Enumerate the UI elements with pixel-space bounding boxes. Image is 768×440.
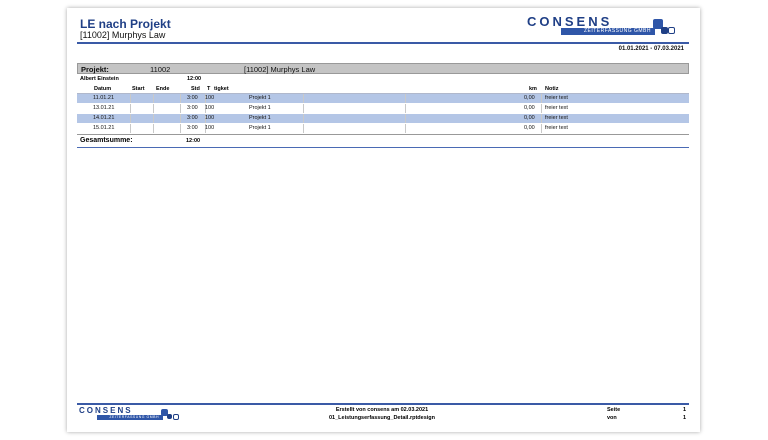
cell-projekt: Projekt 1	[249, 115, 271, 121]
cell-datum: 14.01.21	[93, 115, 115, 121]
cell-projekt: Projekt 1	[249, 95, 271, 101]
footer-von-label: von	[607, 415, 617, 421]
cell-km: 0,00	[524, 95, 535, 101]
logo-name: CONSENS	[527, 14, 613, 29]
total-label: Gesamtsumme:	[80, 137, 133, 144]
col-std: Std	[191, 86, 200, 92]
table-row: 14.01.21 3:00 100 Projekt 1 0,00 freier …	[77, 114, 689, 123]
col-t: T	[207, 86, 211, 92]
rows-divider	[77, 134, 689, 135]
cell-km: 0,00	[524, 115, 535, 121]
footer-von-value: 1	[683, 415, 687, 421]
col-datum: Datum	[94, 86, 112, 92]
cell-projekt: Projekt 1	[249, 105, 271, 111]
col-km: km	[529, 86, 537, 92]
cell-datum: 13.01.21	[93, 105, 115, 111]
cell-std: 3:00	[187, 115, 198, 121]
footer-logo-name: CONSENS	[79, 406, 133, 415]
cell-std: 3:00	[187, 125, 198, 131]
cell-projekt: Projekt 1	[249, 125, 271, 131]
project-id: 11002	[150, 65, 171, 74]
footer-logo-square-ring-icon	[173, 414, 179, 420]
date-range: 01.01.2021 - 07.03.2021	[618, 46, 684, 52]
footer-divider	[77, 403, 689, 405]
cell-t: 100	[205, 105, 215, 111]
footer-logo: CONSENS ZEITERFASSUNG GMBH	[79, 406, 189, 422]
cell-km: 0,00	[524, 105, 535, 111]
col-start: Start	[132, 86, 145, 92]
header-divider	[77, 42, 689, 44]
person-name: Albert Einstein	[80, 76, 119, 82]
cell-notiz: freier text	[545, 125, 568, 131]
col-notiz: Notiz	[545, 86, 559, 92]
cell-t: 100	[205, 125, 215, 131]
footer-seite-label: Seite	[607, 407, 621, 413]
cell-km: 0,00	[524, 125, 535, 131]
cell-datum: 15.01.21	[93, 125, 115, 131]
col-ende: Ende	[156, 86, 170, 92]
logo-tagline: ZEITERFASSUNG GMBH	[561, 28, 655, 35]
table-row: 15.01.21 3:00 100 Projekt 1 0,00 freier …	[77, 124, 689, 133]
cell-std: 3:00	[187, 105, 198, 111]
cell-notiz: freier text	[545, 115, 568, 121]
cell-notiz: freier text	[545, 105, 568, 111]
cell-std: 3:00	[187, 95, 198, 101]
footer-created: Erstellt von consens am 02.03.2021	[335, 407, 429, 413]
footer-logo-square-small-icon	[167, 414, 172, 419]
cell-t: 100	[205, 95, 215, 101]
report-page: LE nach Projekt [11002] Murphys Law CONS…	[67, 8, 700, 432]
footer-logo-tagline: ZEITERFASSUNG GMBH	[97, 415, 163, 420]
footer-file: 01_Leistungserfassung_Detail.rptdesign	[328, 415, 436, 421]
person-total: 12:00	[187, 76, 202, 82]
table-row: 11.01.21 3:00 100 Projekt 1 0,00 freier …	[77, 94, 689, 103]
project-bar: Projekt: 11002 [11002] Murphys Law	[77, 63, 689, 74]
cell-notiz: freier text	[545, 95, 568, 101]
table-row: 13.01.21 3:00 100 Projekt 1 0,00 freier …	[77, 104, 689, 113]
cell-datum: 11.01.21	[93, 95, 115, 101]
cell-t: 100	[205, 115, 215, 121]
total-divider	[77, 147, 689, 148]
report-title: LE nach Projekt	[80, 17, 171, 31]
footer-seite-value: 1	[683, 407, 687, 413]
consens-logo: CONSENS ZEITERFASSUNG GMBH	[525, 14, 690, 42]
logo-square-small-icon	[661, 27, 668, 34]
report-subtitle: [11002] Murphys Law	[80, 30, 166, 40]
project-name: [11002] Murphys Law	[244, 65, 316, 74]
total-value: 12:00	[186, 138, 201, 144]
col-tigket: tigket	[214, 86, 229, 92]
project-label: Projekt:	[81, 65, 109, 74]
logo-square-ring-icon	[668, 27, 675, 34]
